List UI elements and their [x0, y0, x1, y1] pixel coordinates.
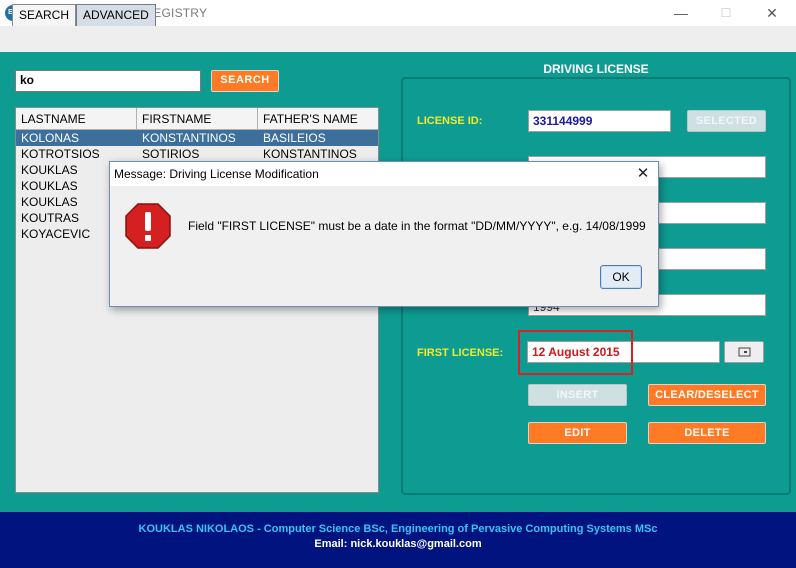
calendar-button[interactable]: [724, 341, 764, 363]
cell-fathers-name: KONSTANTINOS: [263, 147, 357, 161]
edit-button[interactable]: EDIT: [528, 422, 627, 444]
table-row[interactable]: KOLONAS KONSTANTINOS BASILEIOS: [16, 130, 378, 146]
ok-button[interactable]: OK: [600, 265, 642, 289]
license-id-field[interactable]: 331144999: [528, 110, 671, 132]
search-input[interactable]: ko: [15, 70, 201, 92]
tab-search[interactable]: SEARCH: [12, 4, 77, 26]
cell-firstname: KONSTANTINOS: [142, 131, 236, 145]
selected-button[interactable]: SELECTED: [687, 110, 766, 132]
message-dialog[interactable]: Message: Driving License Modification ✕ …: [109, 161, 659, 307]
tab-strip: [0, 26, 796, 52]
clear-deselect-button[interactable]: CLEAR/DESELECT: [648, 384, 766, 406]
insert-button[interactable]: INSERT: [528, 384, 627, 406]
column-header-firstname[interactable]: FIRSTNAME: [137, 108, 258, 130]
dialog-message: Field "FIRST LICENSE" must be a date in …: [188, 219, 646, 233]
tab-advanced[interactable]: ADVANCED: [76, 4, 156, 26]
maximize-icon[interactable]: ☐: [714, 4, 738, 22]
column-header-lastname[interactable]: LASTNAME: [16, 108, 137, 130]
delete-button[interactable]: DELETE: [648, 422, 766, 444]
cell-firstname: SOTIRIOS: [142, 147, 200, 161]
dialog-title: Message: Driving License Modification: [114, 167, 319, 181]
error-highlight-box: [518, 330, 633, 375]
cell-lastname: KOLONAS: [21, 131, 80, 145]
first-license-label: FIRST LICENSE:: [417, 347, 504, 359]
minimize-icon[interactable]: —: [669, 4, 693, 22]
license-panel-title: DRIVING LICENSE: [543, 62, 649, 76]
table-row[interactable]: KOTROTSIOS SOTIRIOS KONSTANTINOS: [16, 146, 378, 162]
close-icon[interactable]: ✕: [760, 4, 784, 22]
cell-fathers-name: BASILEIOS: [263, 131, 326, 145]
footer-author: KOUKLAS NIKOLAOS - Computer Science BSc,…: [138, 523, 658, 535]
calendar-icon: [738, 347, 751, 357]
footer-email: Email: nick.kouklas@gmail.com: [314, 538, 482, 550]
cell-lastname: KOTROTSIOS: [21, 147, 100, 161]
license-id-label: LICENSE ID:: [417, 115, 483, 127]
search-button[interactable]: SEARCH: [211, 70, 279, 92]
dialog-close-icon[interactable]: ✕: [632, 164, 654, 184]
error-icon: [124, 202, 172, 250]
column-header-fathers-name[interactable]: FATHER'S NAME: [258, 108, 378, 130]
